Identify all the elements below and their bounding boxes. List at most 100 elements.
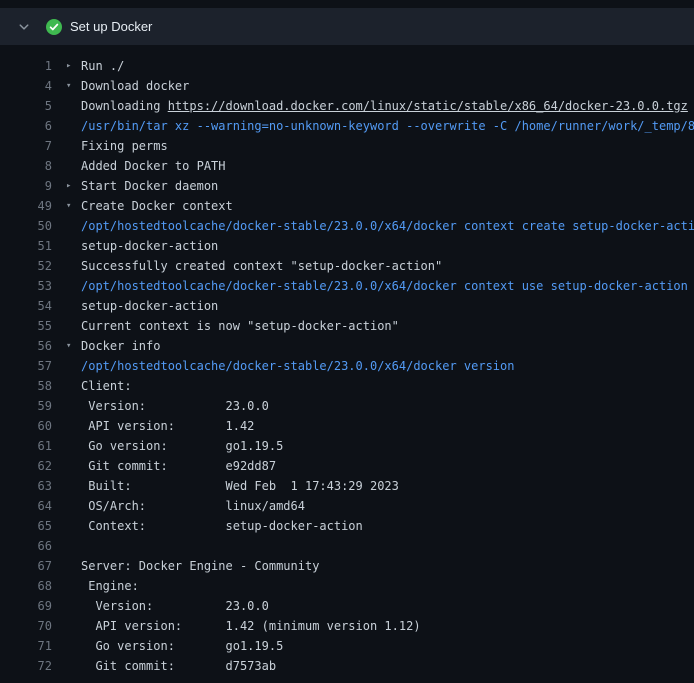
log-text: Engine: bbox=[81, 576, 139, 596]
log-line[interactable]: 57 /opt/hostedtoolcache/docker-stable/23… bbox=[0, 356, 694, 376]
log-line[interactable]: 51 setup-docker-action bbox=[0, 236, 694, 256]
line-number[interactable]: 59 bbox=[0, 396, 52, 416]
log-line[interactable]: 66 bbox=[0, 536, 694, 556]
log-line[interactable]: 54 setup-docker-action bbox=[0, 296, 694, 316]
line-number[interactable]: 52 bbox=[0, 256, 52, 276]
line-number[interactable]: 5 bbox=[0, 96, 52, 116]
line-number[interactable]: 7 bbox=[0, 136, 52, 156]
toggle-spacer bbox=[66, 296, 81, 316]
log-line[interactable]: 5 Downloading https://download.docker.co… bbox=[0, 96, 694, 116]
log-line[interactable]: 7 Fixing perms bbox=[0, 136, 694, 156]
log-text: setup-docker-action bbox=[81, 236, 218, 256]
log-line[interactable]: 62 Git commit: e92dd87 bbox=[0, 456, 694, 476]
log-line[interactable]: 50 /opt/hostedtoolcache/docker-stable/23… bbox=[0, 216, 694, 236]
log-line[interactable]: 53 /opt/hostedtoolcache/docker-stable/23… bbox=[0, 276, 694, 296]
group-toggle-icon[interactable]: ▾ bbox=[66, 76, 81, 96]
log-line[interactable]: 1 ▸ Run ./ bbox=[0, 56, 694, 76]
line-number[interactable]: 55 bbox=[0, 316, 52, 336]
line-number[interactable]: 6 bbox=[0, 116, 52, 136]
success-check-icon bbox=[46, 19, 62, 35]
line-number[interactable]: 4 bbox=[0, 76, 52, 96]
group-toggle-icon[interactable]: ▸ bbox=[66, 56, 81, 76]
log-line[interactable]: 59 Version: 23.0.0 bbox=[0, 396, 694, 416]
log-line[interactable]: 56 ▾ Docker info bbox=[0, 336, 694, 356]
log-line[interactable]: 55 Current context is now "setup-docker-… bbox=[0, 316, 694, 336]
log-line[interactable]: 67 Server: Docker Engine - Community bbox=[0, 556, 694, 576]
line-number[interactable]: 51 bbox=[0, 236, 52, 256]
log-text: API version: 1.42 bbox=[81, 416, 254, 436]
group-toggle-icon[interactable]: ▾ bbox=[66, 196, 81, 216]
log-text: Current context is now "setup-docker-act… bbox=[81, 316, 399, 336]
log-line[interactable]: 9 ▸ Start Docker daemon bbox=[0, 176, 694, 196]
line-number[interactable]: 64 bbox=[0, 496, 52, 516]
log-line[interactable]: 49 ▾ Create Docker context bbox=[0, 196, 694, 216]
line-number[interactable]: 50 bbox=[0, 216, 52, 236]
log-viewer: 1 ▸ Run ./ 4 ▾ Download docker 5 Downloa… bbox=[0, 45, 694, 676]
log-line[interactable]: 52 Successfully created context "setup-d… bbox=[0, 256, 694, 276]
line-number[interactable]: 72 bbox=[0, 656, 52, 676]
log-line[interactable]: 8 Added Docker to PATH bbox=[0, 156, 694, 176]
step-header[interactable]: Set up Docker bbox=[0, 8, 694, 45]
toggle-spacer bbox=[66, 656, 81, 676]
log-line[interactable]: 6 /usr/bin/tar xz --warning=no-unknown-k… bbox=[0, 116, 694, 136]
line-number[interactable]: 8 bbox=[0, 156, 52, 176]
line-number[interactable]: 1 bbox=[0, 56, 52, 76]
log-line[interactable]: 64 OS/Arch: linux/amd64 bbox=[0, 496, 694, 516]
log-text: Create Docker context bbox=[81, 196, 233, 216]
toggle-spacer bbox=[66, 476, 81, 496]
log-text: Successfully created context "setup-dock… bbox=[81, 256, 442, 276]
log-line[interactable]: 60 API version: 1.42 bbox=[0, 416, 694, 436]
line-number[interactable]: 56 bbox=[0, 336, 52, 356]
line-number[interactable]: 67 bbox=[0, 556, 52, 576]
log-text: Downloading bbox=[81, 96, 168, 116]
log-line[interactable]: 65 Context: setup-docker-action bbox=[0, 516, 694, 536]
line-number[interactable]: 63 bbox=[0, 476, 52, 496]
line-number[interactable]: 71 bbox=[0, 636, 52, 656]
command-text: /opt/hostedtoolcache/docker-stable/23.0.… bbox=[81, 216, 694, 236]
log-text: setup-docker-action bbox=[81, 296, 218, 316]
log-text: Run ./ bbox=[81, 56, 124, 76]
toggle-spacer bbox=[66, 456, 81, 476]
log-text: Server: Docker Engine - Community bbox=[81, 556, 319, 576]
line-number[interactable]: 68 bbox=[0, 576, 52, 596]
toggle-spacer bbox=[66, 376, 81, 396]
log-line[interactable]: 72 Git commit: d7573ab bbox=[0, 656, 694, 676]
line-number[interactable]: 58 bbox=[0, 376, 52, 396]
toggle-spacer bbox=[66, 416, 81, 436]
toggle-spacer bbox=[66, 236, 81, 256]
toggle-spacer bbox=[66, 96, 81, 116]
line-number[interactable]: 60 bbox=[0, 416, 52, 436]
line-number[interactable]: 9 bbox=[0, 176, 52, 196]
line-number[interactable]: 61 bbox=[0, 436, 52, 456]
line-number[interactable]: 62 bbox=[0, 456, 52, 476]
log-line[interactable]: 69 Version: 23.0.0 bbox=[0, 596, 694, 616]
log-line[interactable]: 63 Built: Wed Feb 1 17:43:29 2023 bbox=[0, 476, 694, 496]
command-text: /opt/hostedtoolcache/docker-stable/23.0.… bbox=[81, 276, 688, 296]
download-link[interactable]: https://download.docker.com/linux/static… bbox=[168, 96, 688, 116]
log-line[interactable]: 68 Engine: bbox=[0, 576, 694, 596]
log-line[interactable]: 71 Go version: go1.19.5 bbox=[0, 636, 694, 656]
log-line[interactable]: 4 ▾ Download docker bbox=[0, 76, 694, 96]
toggle-spacer bbox=[66, 516, 81, 536]
line-number[interactable]: 53 bbox=[0, 276, 52, 296]
toggle-spacer bbox=[66, 256, 81, 276]
line-number[interactable]: 65 bbox=[0, 516, 52, 536]
log-line[interactable]: 70 API version: 1.42 (minimum version 1.… bbox=[0, 616, 694, 636]
toggle-spacer bbox=[66, 496, 81, 516]
line-number[interactable]: 69 bbox=[0, 596, 52, 616]
chevron-down-icon[interactable] bbox=[16, 19, 32, 35]
line-number[interactable]: 54 bbox=[0, 296, 52, 316]
group-toggle-icon[interactable]: ▾ bbox=[66, 336, 81, 356]
log-text: Go version: go1.19.5 bbox=[81, 436, 283, 456]
log-line[interactable]: 61 Go version: go1.19.5 bbox=[0, 436, 694, 456]
line-number[interactable]: 66 bbox=[0, 536, 52, 556]
log-text: Context: setup-docker-action bbox=[81, 516, 363, 536]
log-text: Start Docker daemon bbox=[81, 176, 218, 196]
toggle-spacer bbox=[66, 116, 81, 136]
log-line[interactable]: 58 Client: bbox=[0, 376, 694, 396]
line-number[interactable]: 57 bbox=[0, 356, 52, 376]
line-number[interactable]: 70 bbox=[0, 616, 52, 636]
group-toggle-icon[interactable]: ▸ bbox=[66, 176, 81, 196]
log-text: Docker info bbox=[81, 336, 160, 356]
line-number[interactable]: 49 bbox=[0, 196, 52, 216]
